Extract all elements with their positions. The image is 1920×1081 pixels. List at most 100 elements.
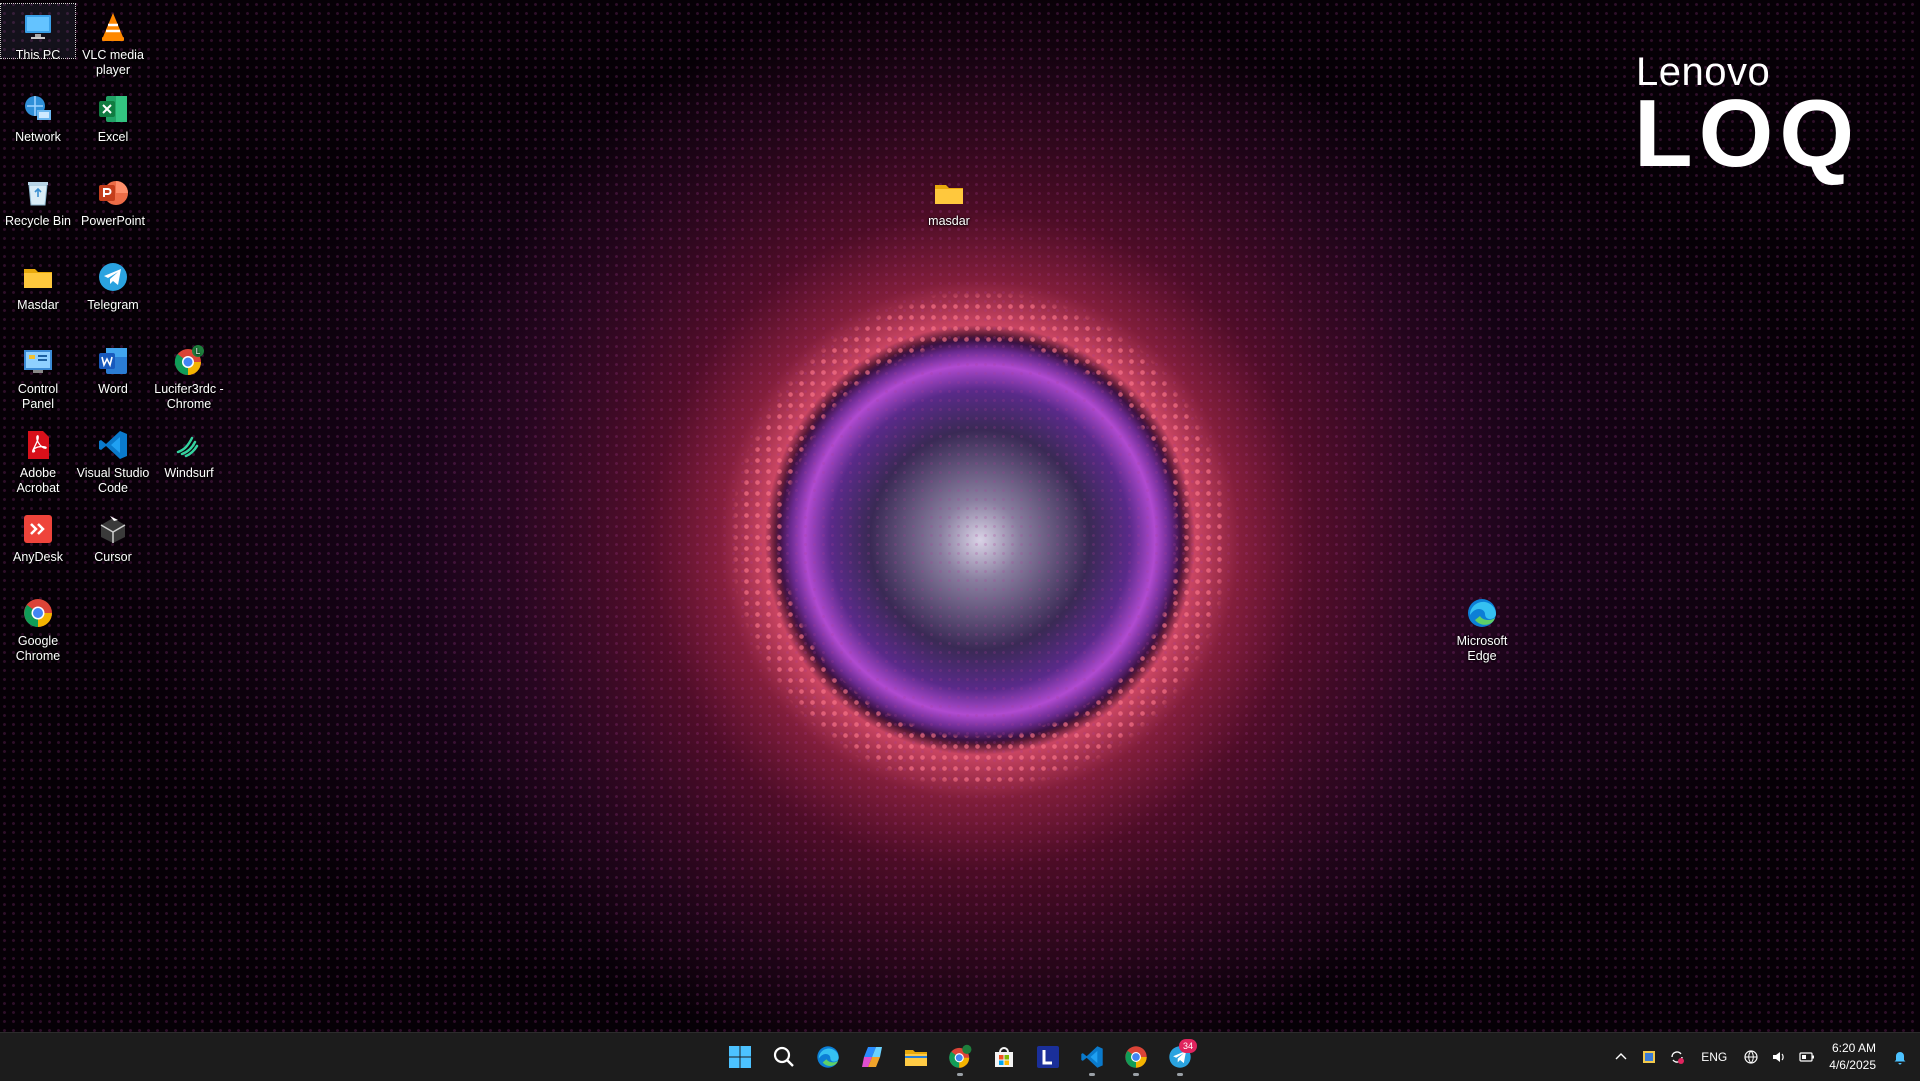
acrobat-icon [21, 428, 55, 462]
battery-icon [1799, 1052, 1815, 1062]
folder-icon [932, 176, 966, 210]
vlc-icon [96, 10, 130, 44]
notification-badge: 34 [1179, 1039, 1197, 1053]
excel-icon [96, 92, 130, 126]
battery-button[interactable] [1793, 1033, 1821, 1081]
tray-app-icon[interactable] [1635, 1033, 1663, 1081]
wallpaper-brand: Lenovo LOQ [1634, 50, 1860, 187]
desktop-icon-vlc[interactable]: VLC media player [76, 4, 150, 78]
taskbar-start-button[interactable] [722, 1037, 758, 1077]
desktop-icon-this-pc[interactable]: This PC [0, 3, 76, 62]
taskbar-apps: 34 [722, 1033, 1198, 1081]
desktop-icon-word[interactable]: Word [76, 338, 150, 397]
desktop-icon-label: Network [15, 130, 61, 144]
taskbar-edge-button[interactable] [810, 1037, 846, 1077]
notifications-button[interactable] [1886, 1033, 1914, 1081]
edge-icon [1465, 596, 1499, 630]
chevron-up-icon [1615, 1053, 1627, 1060]
desktop-icon-label: Microsoft Edge [1456, 634, 1508, 663]
desktop-icon-masdar-folder-center[interactable]: masdar [912, 170, 986, 229]
desktop-icon-label: Control Panel [17, 382, 59, 411]
sync-icon [1671, 1051, 1685, 1064]
desktop-icon-label: Recycle Bin [5, 214, 71, 228]
globe-icon [1744, 1050, 1758, 1064]
running-indicator [1133, 1073, 1139, 1076]
desktop-icon-label: This PC [15, 48, 61, 62]
network-status-button[interactable] [1737, 1033, 1765, 1081]
cursor-icon [96, 512, 130, 546]
desktop-icon-excel[interactable]: Excel [76, 86, 150, 145]
taskbar-chrome-profile-button[interactable] [942, 1037, 978, 1077]
this-pc-icon [21, 10, 55, 44]
language-indicator[interactable]: ENG [1691, 1050, 1737, 1064]
desktop-icon-label: Masdar [17, 298, 59, 312]
powerpoint-icon [96, 176, 130, 210]
desktop-icon-label: Adobe Acrobat [16, 466, 60, 495]
desktop-icon-label: VLC media player [82, 48, 144, 77]
taskbar-file-explorer-button[interactable] [898, 1037, 934, 1077]
desktop-icon-anydesk[interactable]: AnyDesk [1, 506, 75, 565]
volume-button[interactable] [1765, 1033, 1793, 1081]
lenovo-l-icon [1037, 1046, 1059, 1068]
bell-icon [1894, 1052, 1906, 1065]
desktop-icon-label: masdar [928, 214, 970, 228]
desktop-icon-label: Word [98, 382, 128, 396]
taskbar: 34 ENG 6:20 AM 4/6/2025 [0, 1032, 1920, 1081]
running-indicator [957, 1073, 963, 1076]
desktop-icon-telegram[interactable]: Telegram [76, 254, 150, 313]
vscode-icon [1081, 1046, 1103, 1068]
taskbar-telegram-button[interactable]: 34 [1162, 1037, 1198, 1077]
desktop-icon-label: Windsurf [164, 466, 214, 480]
desktop-icon-network[interactable]: Network [1, 86, 75, 145]
file-explorer-icon [905, 1050, 927, 1066]
running-indicator [1177, 1073, 1183, 1076]
desktop-icon-label: AnyDesk [12, 550, 64, 564]
desktop-icon-label: Google Chrome [15, 634, 61, 663]
taskbar-search-button[interactable] [766, 1037, 802, 1077]
windsurf-icon [172, 428, 206, 462]
desktop-icon-adobe-acrobat[interactable]: Adobe Acrobat [1, 422, 75, 496]
system-tray: ENG 6:20 AM 4/6/2025 [1607, 1033, 1920, 1081]
desktop-icon-windsurf[interactable]: Windsurf [152, 422, 226, 481]
desktop-icon-recycle-bin[interactable]: Recycle Bin [1, 170, 75, 229]
tray-sync-icon-button[interactable] [1663, 1033, 1691, 1081]
desktop-icon-label: Excel [97, 130, 129, 144]
windows-start-icon [729, 1046, 751, 1068]
word-icon [96, 344, 130, 378]
taskbar-chrome-button[interactable] [1118, 1037, 1154, 1077]
desktop-icon-masdar[interactable]: Masdar [1, 254, 75, 313]
desktop-icon-lucifer-chrome[interactable]: L Lucifer3rdc - Chrome [152, 338, 226, 412]
network-icon [21, 92, 55, 126]
desktop-icon-powerpoint[interactable]: PowerPoint [76, 170, 150, 229]
copilot-icon [862, 1047, 882, 1067]
desktop-icon-google-chrome[interactable]: Google Chrome [1, 590, 75, 664]
search-icon [773, 1046, 794, 1067]
desktop-icon-label: Visual Studio Code [76, 466, 150, 495]
brand-loq-text: LOQ [1634, 80, 1860, 187]
taskbar-lenovo-vantage-button[interactable] [1030, 1037, 1066, 1077]
chrome-icon [21, 596, 55, 630]
tray-overflow-button[interactable] [1607, 1033, 1635, 1081]
taskbar-vscode-button[interactable] [1074, 1037, 1110, 1077]
desktop-icon-label: Telegram [87, 298, 139, 312]
desktop-icon-control-panel[interactable]: Control Panel [1, 338, 75, 412]
chrome-icon [1125, 1046, 1147, 1068]
microsoft-store-icon [995, 1047, 1013, 1067]
desktop-icon-cursor[interactable]: Cursor [76, 506, 150, 565]
desktop-icon-vscode[interactable]: Visual Studio Code [76, 422, 150, 496]
chrome-profile-icon [949, 1044, 972, 1068]
tray-photos-icon [1643, 1051, 1656, 1063]
telegram-icon [96, 260, 130, 294]
clock-time: 6:20 AM [1831, 1041, 1876, 1055]
desktop-icon-label: Cursor [94, 550, 132, 564]
edge-icon [817, 1046, 839, 1068]
clock[interactable]: 6:20 AM 4/6/2025 [1821, 1040, 1886, 1074]
desktop-icon-label: PowerPoint [81, 214, 145, 228]
desktop: Lenovo LOQ This PC Network Recycle Bin M… [0, 0, 1920, 1032]
running-indicator [1089, 1073, 1095, 1076]
taskbar-store-button[interactable] [986, 1037, 1022, 1077]
taskbar-copilot-button[interactable] [854, 1037, 890, 1077]
speaker-icon [1773, 1052, 1785, 1062]
svg-text:L: L [196, 347, 201, 356]
desktop-icon-microsoft-edge[interactable]: Microsoft Edge [1445, 590, 1519, 664]
